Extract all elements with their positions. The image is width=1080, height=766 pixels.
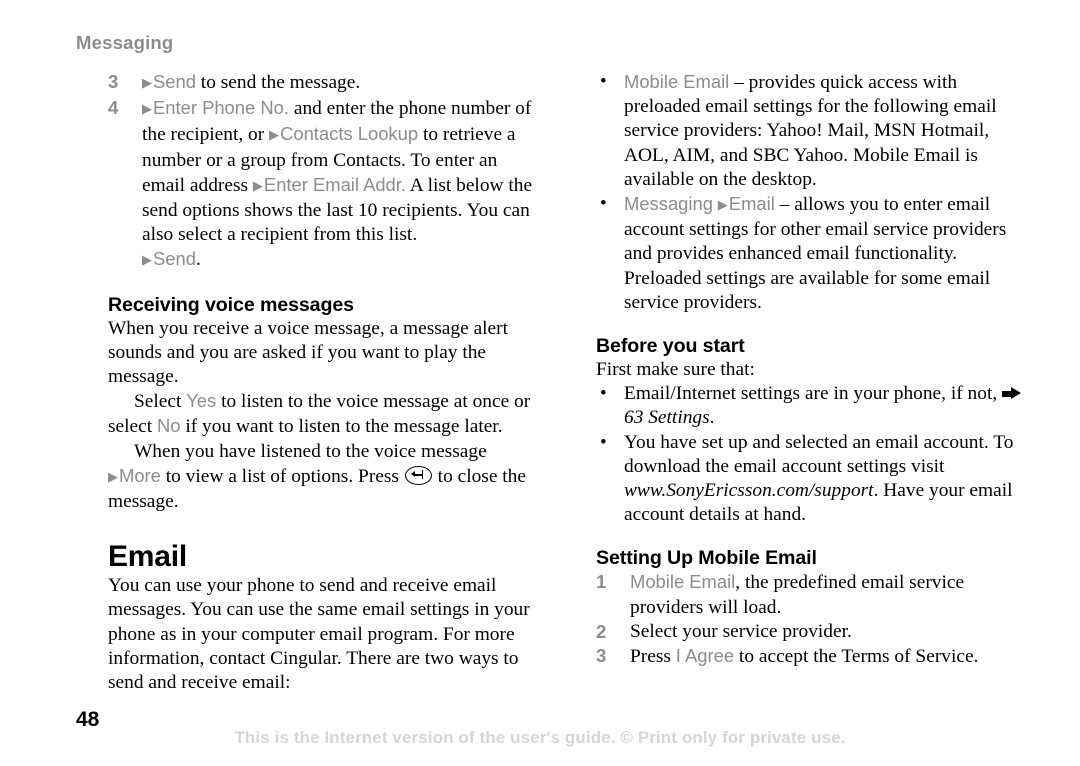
ui-term: More: [119, 464, 161, 486]
heading-before-you-start: Before you start: [596, 335, 745, 358]
paragraph: You can use your phone to send and recei…: [108, 575, 530, 694]
triangle-right-icon: ▶: [717, 198, 728, 214]
ui-term: Contacts Lookup: [280, 123, 419, 145]
list-item: • Messaging ▶Email – allows you to enter…: [596, 192, 1030, 315]
step-number: 3: [108, 71, 119, 92]
list-item: 3 ▶Send to send the message.: [108, 70, 540, 96]
ui-term: Mobile Email: [630, 571, 736, 593]
list-item-text: Messaging ▶Email – allows you to enter e…: [624, 193, 1007, 313]
heading-setting-up-mobile-email: Setting Up Mobile Email: [596, 547, 817, 570]
bullet-icon: •: [600, 193, 607, 215]
ui-term: Yes: [186, 390, 217, 412]
running-head: Messaging: [76, 32, 174, 53]
ui-term: Enter Email Addr.: [263, 173, 407, 195]
emphasis-text: 63 Settings: [624, 407, 710, 429]
ui-term: Send: [153, 71, 196, 92]
step-trailing-text: ▶Send.: [142, 248, 201, 271]
ui-term: Messaging: [624, 193, 713, 215]
prerequisites-list: • Email/Internet settings are in your ph…: [596, 382, 1030, 527]
triangle-right-icon: ▶: [142, 102, 152, 118]
paragraph: When you have listened to the voice mess…: [108, 440, 526, 513]
ui-term: Send: [153, 248, 196, 270]
heading-receiving-voice-messages: Receiving voice messages: [108, 293, 354, 316]
heading-email: Email: [108, 540, 188, 574]
ui-term: Enter Phone No.: [153, 97, 289, 119]
ui-term: Email: [728, 193, 775, 215]
emphasis-text: www.SonyEricsson.com/support: [624, 480, 874, 502]
step-number: 1: [596, 571, 607, 593]
list-item: • You have set up and selected an email …: [596, 431, 1030, 528]
ui-term: I Agree: [675, 645, 735, 667]
list-item-text: Email/Internet settings are in your phon…: [624, 383, 1026, 428]
step-text: Press I Agree to accept the Terms of Ser…: [630, 645, 979, 668]
back-key-icon: [404, 465, 432, 485]
step-text: Mobile Email, the predefined email servi…: [630, 571, 965, 618]
triangle-right-icon: ▶: [108, 469, 118, 485]
step-number: 2: [596, 620, 607, 642]
bullet-icon: •: [600, 383, 607, 405]
list-item-text: You have set up and selected an email ac…: [624, 431, 1014, 526]
list-item: 3 Press I Agree to accept the Terms of S…: [596, 644, 1030, 669]
bullet-icon: •: [600, 71, 607, 92]
right-column: • Mobile Email – provides quick access w…: [596, 70, 1030, 669]
step-number: 4: [108, 97, 119, 119]
setup-steps-list: 1 Mobile Email, the predefined email ser…: [596, 570, 1030, 669]
procedure-steps-list: 3 ▶Send to send the message. 4 ▶Enter Ph…: [108, 70, 540, 274]
triangle-right-icon: ▶: [269, 128, 280, 144]
list-item: 4 ▶Enter Phone No. and enter the phone n…: [108, 96, 540, 273]
list-item: 2 Select your service provider.: [596, 620, 1030, 644]
email-options-list: • Mobile Email – provides quick access w…: [596, 70, 1030, 315]
list-item: • Mobile Email – provides quick access w…: [596, 70, 1030, 192]
ui-term: No: [157, 415, 181, 437]
list-item: 1 Mobile Email, the predefined email ser…: [596, 570, 1030, 619]
bullet-icon: •: [600, 431, 607, 453]
cross-reference-arrow-icon: [1002, 387, 1022, 400]
step-number: 3: [596, 645, 607, 667]
paragraph: When you receive a voice message, a mess…: [108, 317, 509, 388]
list-item-text: Mobile Email – provides quick access wit…: [624, 71, 997, 190]
paragraph: First make sure that:: [596, 359, 755, 381]
list-item: • Email/Internet settings are in your ph…: [596, 382, 1030, 430]
ui-term: Mobile Email: [624, 71, 730, 92]
left-column: 3 ▶Send to send the message. 4 ▶Enter Ph…: [108, 70, 540, 695]
step-text: ▶Enter Phone No. and enter the phone num…: [142, 97, 533, 246]
triangle-right-icon: ▶: [142, 253, 152, 269]
footer-note: This is the Internet version of the user…: [234, 728, 846, 747]
step-text: ▶Send to send the message.: [142, 71, 361, 93]
triangle-right-icon: ▶: [252, 178, 263, 194]
triangle-right-icon: ▶: [142, 76, 152, 91]
paragraph: Select Yes to listen to the voice messag…: [108, 390, 531, 438]
step-text: Select your service provider.: [630, 620, 852, 642]
